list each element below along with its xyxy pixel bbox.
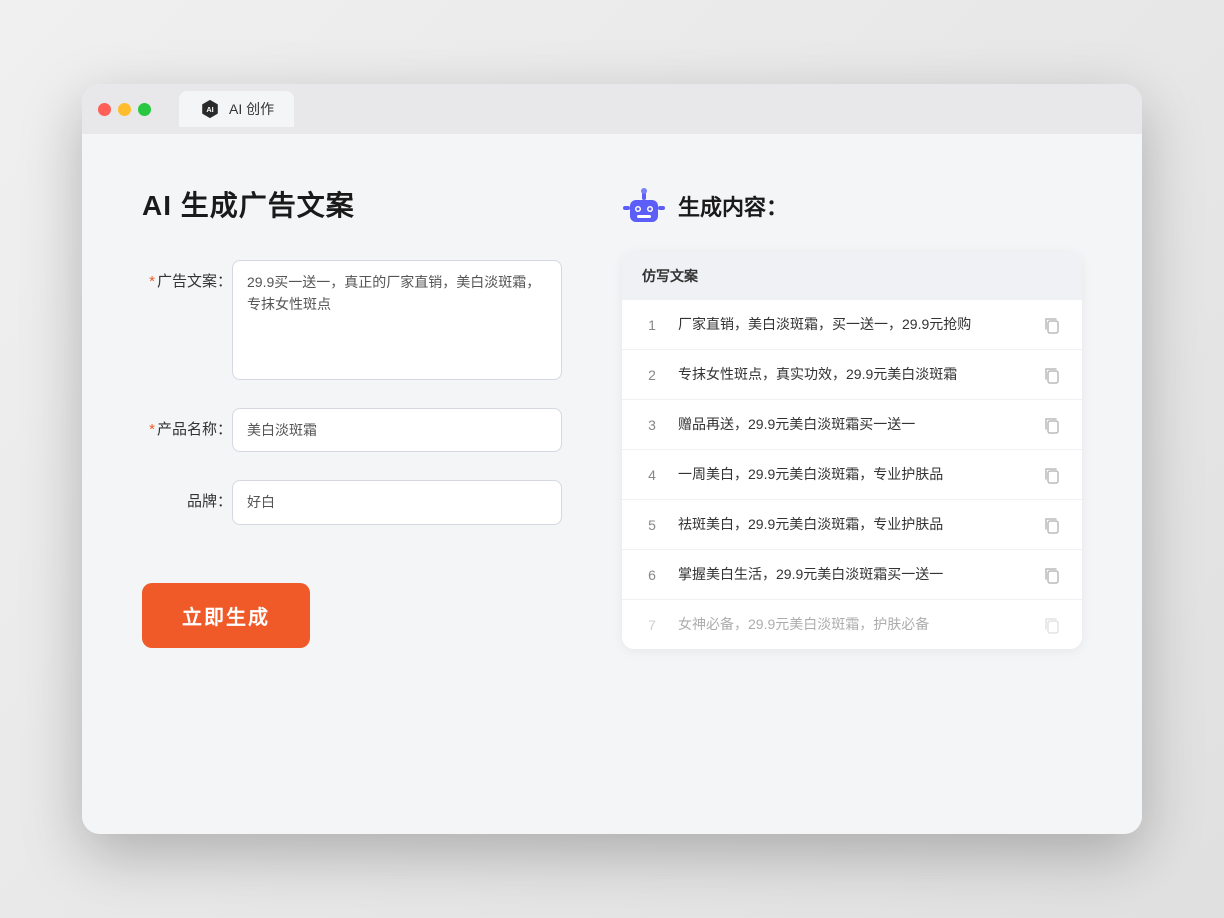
right-panel: 生成内容： 仿写文案 1 厂家直销，美白淡斑霜，买一送一，29.9元抢购 2 专抹女… [622, 184, 1082, 784]
row-number: 2 [642, 367, 662, 383]
row-text: 专抹女性斑点，真实功效，29.9元美白淡斑霜 [678, 364, 1026, 385]
row-number: 4 [642, 467, 662, 483]
copy-icon[interactable] [1042, 465, 1062, 485]
ad-copy-group: *广告文案： 29.9买一送一，真正的厂家直销，美白淡斑霜，专抹女性斑点 [142, 260, 562, 380]
left-panel: AI 生成广告文案 *广告文案： 29.9买一送一，真正的厂家直销，美白淡斑霜，… [142, 184, 562, 784]
row-text: 赠品再送，29.9元美白淡斑霜买一送一 [678, 414, 1026, 435]
table-header: 仿写文案 [622, 252, 1082, 300]
brand-input[interactable] [232, 480, 562, 524]
table-row: 3 赠品再送，29.9元美白淡斑霜买一送一 [622, 400, 1082, 450]
row-number: 3 [642, 417, 662, 433]
titlebar: AI AI 创作 [82, 84, 1142, 134]
copy-icon[interactable] [1042, 415, 1062, 435]
table-body: 1 厂家直销，美白淡斑霜，买一送一，29.9元抢购 2 专抹女性斑点，真实功效，29… [622, 300, 1082, 649]
ad-copy-input[interactable]: 29.9买一送一，真正的厂家直销，美白淡斑霜，专抹女性斑点 [232, 260, 562, 380]
svg-text:AI: AI [206, 105, 213, 114]
row-text: 厂家直销，美白淡斑霜，买一送一，29.9元抢购 [678, 314, 1026, 335]
tab-label: AI 创作 [229, 99, 274, 119]
ad-copy-label: *广告文案： [142, 260, 232, 291]
traffic-lights [98, 103, 151, 116]
copy-icon[interactable] [1042, 365, 1062, 385]
ai-tab-icon: AI [199, 98, 221, 120]
brand-label: 品牌： [142, 480, 232, 511]
row-text: 女神必备，29.9元美白淡斑霜，护肤必备 [678, 614, 1026, 635]
product-name-label: *产品名称： [142, 408, 232, 439]
copy-icon[interactable] [1042, 615, 1062, 635]
table-row: 6 掌握美白生活，29.9元美白淡斑霜买一送一 [622, 550, 1082, 600]
main-content: AI 生成广告文案 *广告文案： 29.9买一送一，真正的厂家直销，美白淡斑霜，… [82, 134, 1142, 834]
row-text: 掌握美白生活，29.9元美白淡斑霜买一送一 [678, 564, 1026, 585]
close-button[interactable] [98, 103, 111, 116]
row-number: 7 [642, 617, 662, 633]
product-name-required: * [149, 421, 155, 438]
page-title: AI 生成广告文案 [142, 184, 562, 224]
result-title: 生成内容： [678, 190, 788, 222]
result-table: 仿写文案 1 厂家直销，美白淡斑霜，买一送一，29.9元抢购 2 专抹女性斑点，真实… [622, 252, 1082, 649]
row-number: 1 [642, 317, 662, 333]
minimize-button[interactable] [118, 103, 131, 116]
table-row: 4 一周美白，29.9元美白淡斑霜，专业护肤品 [622, 450, 1082, 500]
ad-copy-required: * [149, 273, 155, 290]
row-number: 5 [642, 517, 662, 533]
robot-icon [622, 184, 666, 228]
table-row: 5 祛斑美白，29.9元美白淡斑霜，专业护肤品 [622, 500, 1082, 550]
product-name-group: *产品名称： [142, 408, 562, 452]
product-name-input[interactable] [232, 408, 562, 452]
row-text: 一周美白，29.9元美白淡斑霜，专业护肤品 [678, 464, 1026, 485]
row-number: 6 [642, 567, 662, 583]
table-row: 7 女神必备，29.9元美白淡斑霜，护肤必备 [622, 600, 1082, 649]
maximize-button[interactable] [138, 103, 151, 116]
generate-button[interactable]: 立即生成 [142, 583, 310, 648]
table-row: 2 专抹女性斑点，真实功效，29.9元美白淡斑霜 [622, 350, 1082, 400]
ai-tab[interactable]: AI AI 创作 [179, 91, 294, 127]
table-row: 1 厂家直销，美白淡斑霜，买一送一，29.9元抢购 [622, 300, 1082, 350]
copy-icon[interactable] [1042, 315, 1062, 335]
copy-icon[interactable] [1042, 565, 1062, 585]
result-header: 生成内容： [622, 184, 1082, 228]
brand-group: 品牌： [142, 480, 562, 524]
copy-icon[interactable] [1042, 515, 1062, 535]
browser-window: AI AI 创作 AI 生成广告文案 *广告文案： 29.9买一送一，真正的厂家… [82, 84, 1142, 834]
row-text: 祛斑美白，29.9元美白淡斑霜，专业护肤品 [678, 514, 1026, 535]
